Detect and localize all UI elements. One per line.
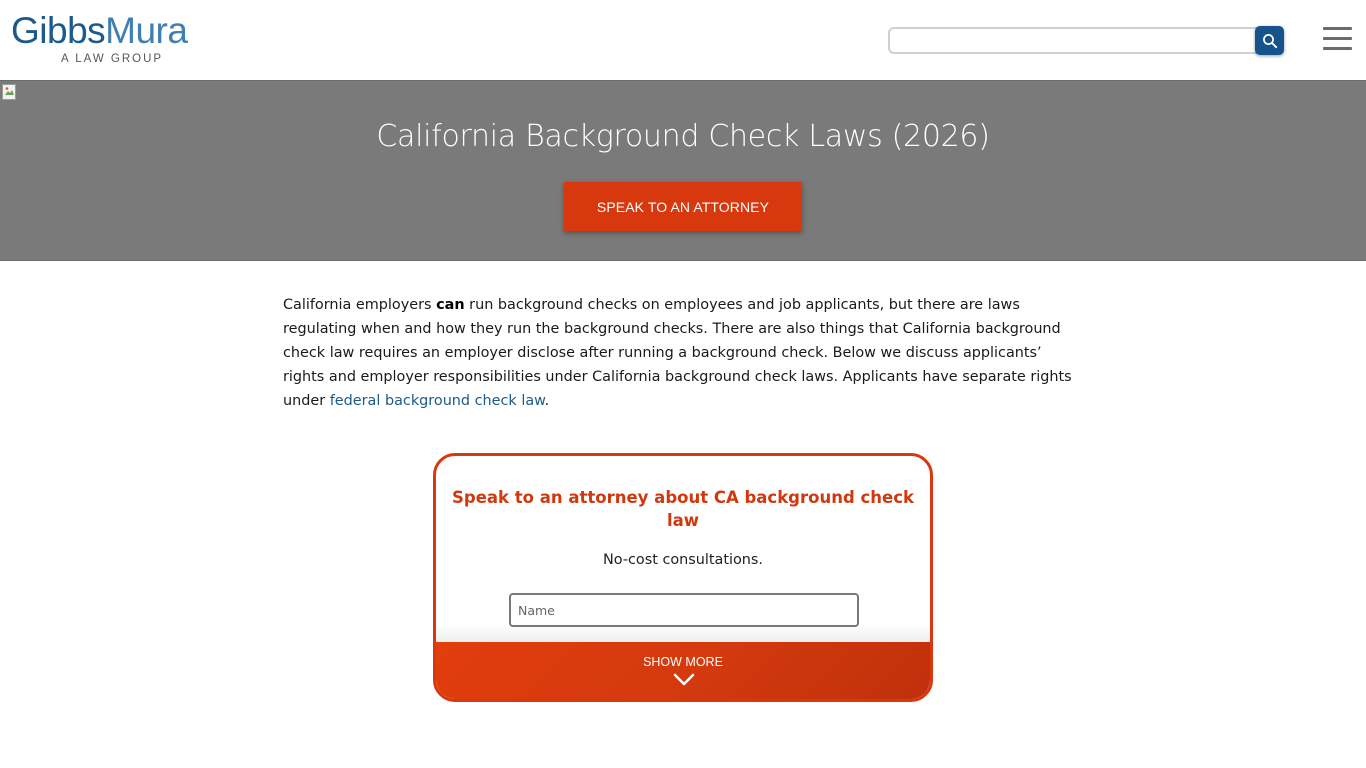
page-title: California Background Check Laws (2026) [376, 119, 990, 154]
logo-tagline: A LAW GROUP [61, 53, 164, 65]
search-bar [888, 26, 1284, 56]
show-more-button[interactable]: SHOW MORE [436, 642, 930, 699]
intro-text: California employers [283, 297, 437, 313]
logo-wordmark: GibbsMura [11, 10, 211, 52]
search-button[interactable] [1255, 26, 1284, 55]
form-title: Speak to an attorney about CA background… [452, 488, 914, 530]
site-header: GibbsMura A LAW GROUP [0, 0, 1366, 80]
logo-part-mura: Mura [105, 10, 188, 51]
name-field[interactable] [509, 593, 859, 627]
hamburger-line [1323, 27, 1352, 30]
hero-banner: California Background Check Laws (2026) … [0, 80, 1366, 261]
hamburger-menu-icon[interactable] [1323, 26, 1353, 52]
hamburger-line [1323, 37, 1352, 40]
logo-part-gibbs: Gibbs [11, 10, 106, 51]
broken-image-icon [2, 84, 16, 100]
show-more-label: SHOW MORE [643, 655, 723, 669]
chevron-down-icon [673, 673, 695, 686]
search-icon [1262, 33, 1277, 48]
consultation-form-card: Speak to an attorney about CA background… [433, 453, 933, 702]
hamburger-line [1323, 47, 1352, 50]
site-logo[interactable]: GibbsMura A LAW GROUP [11, 10, 211, 70]
speak-to-attorney-button[interactable]: SPEAK TO AN ATTORNEY [564, 182, 802, 231]
intro-text: . [544, 393, 550, 409]
search-input[interactable] [888, 27, 1268, 54]
intro-paragraph: California employers can run background … [283, 293, 1083, 413]
federal-law-link[interactable]: federal background check law [330, 393, 545, 409]
intro-emphasis: can [436, 297, 465, 313]
form-subtitle: No-cost consultations. [602, 552, 763, 568]
